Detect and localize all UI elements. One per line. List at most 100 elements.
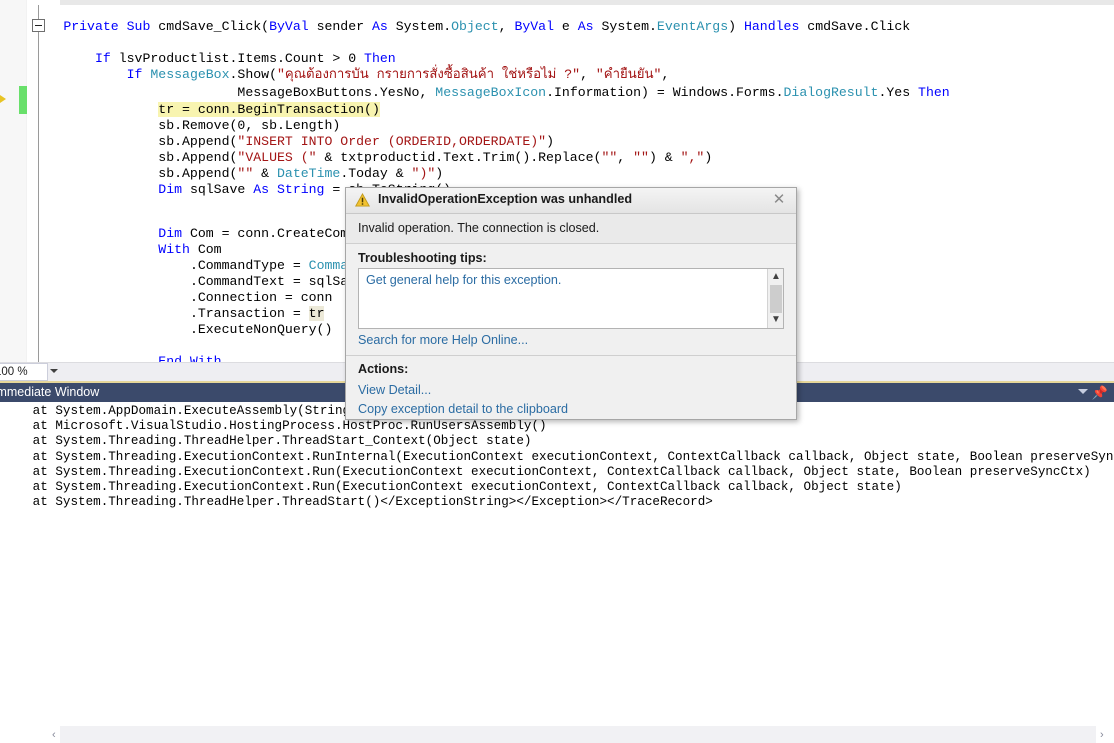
hscroll-left-arrow-icon[interactable]: ‹ bbox=[52, 729, 56, 741]
troubleshooting-tips-label: Troubleshooting tips: bbox=[358, 251, 487, 265]
hscrollbar-track[interactable] bbox=[60, 726, 1096, 743]
code-token: .CommandText = sqlSave bbox=[189, 274, 365, 289]
code-token: End With bbox=[158, 354, 222, 362]
code-token: sender bbox=[316, 19, 372, 34]
code-token: As String bbox=[253, 182, 333, 197]
close-icon[interactable]: ✕ bbox=[770, 191, 788, 209]
immediate-output-line: at System.Threading.ExecutionContext.Run… bbox=[10, 464, 1091, 479]
code-token: cmdSave_Click( bbox=[158, 19, 270, 34]
code-token: & txtproductid.Text.Trim().Replace( bbox=[316, 150, 602, 165]
code-token: Com bbox=[197, 242, 222, 257]
code-token: .ExecuteNonQuery() bbox=[189, 322, 333, 337]
code-token: .YesNo, bbox=[371, 85, 436, 100]
hscroll-right-arrow-icon[interactable]: › bbox=[1100, 729, 1104, 741]
code-line[interactable]: sb.Append("VALUES (" & txtproductid.Text… bbox=[0, 150, 712, 166]
code-line[interactable]: .Connection = conn bbox=[0, 290, 332, 306]
code-token: "INSERT INTO Order (ORDERID,ORDERDATE)" bbox=[237, 134, 547, 149]
code-token: Then bbox=[364, 51, 396, 66]
code-token: sb.Append( bbox=[158, 166, 238, 181]
code-token: e bbox=[561, 19, 578, 34]
code-line[interactable]: sb.Remove(0, sb.Length) bbox=[0, 118, 340, 134]
code-token: cmdSave.Click bbox=[807, 19, 911, 34]
zoom-level-combobox[interactable]: 100 % bbox=[0, 363, 48, 381]
code-token: ByVal bbox=[269, 19, 317, 34]
code-line[interactable]: Dim Com = conn.CreateCommand() bbox=[0, 226, 395, 242]
code-token: MessageBox bbox=[150, 67, 230, 82]
code-line[interactable]: tr = conn.BeginTransaction() bbox=[0, 102, 380, 118]
actions-label: Actions: bbox=[358, 362, 409, 376]
code-token: sqlSave bbox=[189, 182, 254, 197]
code-line[interactable]: .CommandText = sqlSave bbox=[0, 274, 364, 290]
code-token: EventArgs bbox=[656, 19, 729, 34]
code-token: ) bbox=[728, 19, 744, 34]
code-token: "VALUES (" bbox=[237, 150, 317, 165]
code-line[interactable]: If lsvProductlist.Items.Count > 0 Then bbox=[0, 51, 396, 67]
code-token: .Transaction = bbox=[189, 306, 309, 321]
dialog-titlebar[interactable]: InvalidOperationException was unhandled … bbox=[346, 188, 796, 214]
code-line[interactable]: MessageBoxButtons.YesNo, MessageBoxIcon.… bbox=[0, 85, 949, 101]
code-token: "" bbox=[237, 166, 254, 181]
code-line[interactable]: With Com bbox=[0, 242, 222, 258]
troubleshooting-tips-list[interactable]: Get general help for this exception. ▲ ▼ bbox=[358, 268, 784, 329]
code-token: .Information) = Windows.Forms. bbox=[546, 85, 784, 100]
code-token: System. bbox=[395, 19, 452, 34]
immediate-output-line: at System.Threading.ThreadHelper.ThreadS… bbox=[10, 495, 713, 510]
code-token: Private Sub bbox=[63, 19, 159, 34]
code-token: Dim bbox=[158, 226, 190, 241]
immediate-window-output[interactable]: at System.AppDomain.ExecuteAssembly(Stri… bbox=[0, 402, 1114, 528]
tip-link-general-help[interactable]: Get general help for this exception. bbox=[366, 273, 561, 287]
code-token: "คำยืนยัน" bbox=[595, 67, 662, 82]
code-token: ) bbox=[546, 134, 554, 149]
tips-scrollbar[interactable]: ▲ ▼ bbox=[767, 269, 783, 328]
code-token: sb.Append( bbox=[158, 150, 238, 165]
code-token: .CommandType = bbox=[189, 258, 309, 273]
code-token: , bbox=[617, 150, 634, 165]
code-token: Handles bbox=[743, 19, 808, 34]
dialog-title: InvalidOperationException was unhandled bbox=[378, 192, 633, 206]
code-line[interactable]: sb.Append("" & DateTime.Today & ")") bbox=[0, 166, 443, 182]
code-line[interactable]: .ExecuteNonQuery() bbox=[0, 322, 332, 338]
immediate-output-line: at Microsoft.VisualStudio.HostingProcess… bbox=[10, 419, 547, 434]
code-token: Object bbox=[451, 19, 499, 34]
pin-icon[interactable]: 📌 bbox=[1092, 386, 1108, 399]
code-line[interactable]: .Transaction = tr bbox=[0, 306, 325, 322]
code-token: sb.Remove(0, sb.Length) bbox=[158, 118, 341, 133]
copy-exception-detail-link[interactable]: Copy exception detail to the clipboard bbox=[358, 402, 568, 416]
code-token: "," bbox=[680, 150, 705, 165]
code-token: MessageBoxButtons bbox=[237, 85, 372, 100]
code-token: .Show( bbox=[229, 67, 277, 82]
code-token: tr = conn.BeginTransaction() bbox=[158, 102, 380, 117]
view-detail-link[interactable]: View Detail... bbox=[358, 383, 431, 397]
code-token: lsvProductlist.Items.Count > 0 bbox=[118, 51, 365, 66]
scroll-down-arrow-icon[interactable]: ▼ bbox=[768, 314, 784, 326]
search-help-online-link[interactable]: Search for more Help Online... bbox=[358, 333, 528, 347]
exception-assistant-dialog[interactable]: InvalidOperationException was unhandled … bbox=[345, 187, 797, 420]
code-token: DateTime bbox=[277, 166, 341, 181]
code-line[interactable]: If MessageBox.Show("คุณต้องการบัน กรายกา… bbox=[0, 67, 670, 83]
code-line[interactable]: Private Sub cmdSave_Click(ByVal sender A… bbox=[0, 19, 910, 35]
code-token: , bbox=[661, 67, 670, 82]
code-token: ")" bbox=[411, 166, 436, 181]
scroll-up-arrow-icon[interactable]: ▲ bbox=[768, 271, 784, 283]
warning-icon bbox=[355, 193, 370, 207]
tips-scrollbar-thumb[interactable] bbox=[770, 285, 782, 313]
code-line[interactable]: sb.Append("INSERT INTO Order (ORDERID,OR… bbox=[0, 134, 554, 150]
chevron-down-icon[interactable] bbox=[1078, 389, 1088, 394]
code-token: tr bbox=[308, 306, 325, 321]
code-token: , bbox=[580, 67, 596, 82]
code-line[interactable]: End With bbox=[0, 354, 222, 362]
zoom-chevron-down-icon[interactable] bbox=[50, 369, 58, 373]
code-token: ) & bbox=[648, 150, 681, 165]
code-token: sb.Append( bbox=[158, 134, 238, 149]
